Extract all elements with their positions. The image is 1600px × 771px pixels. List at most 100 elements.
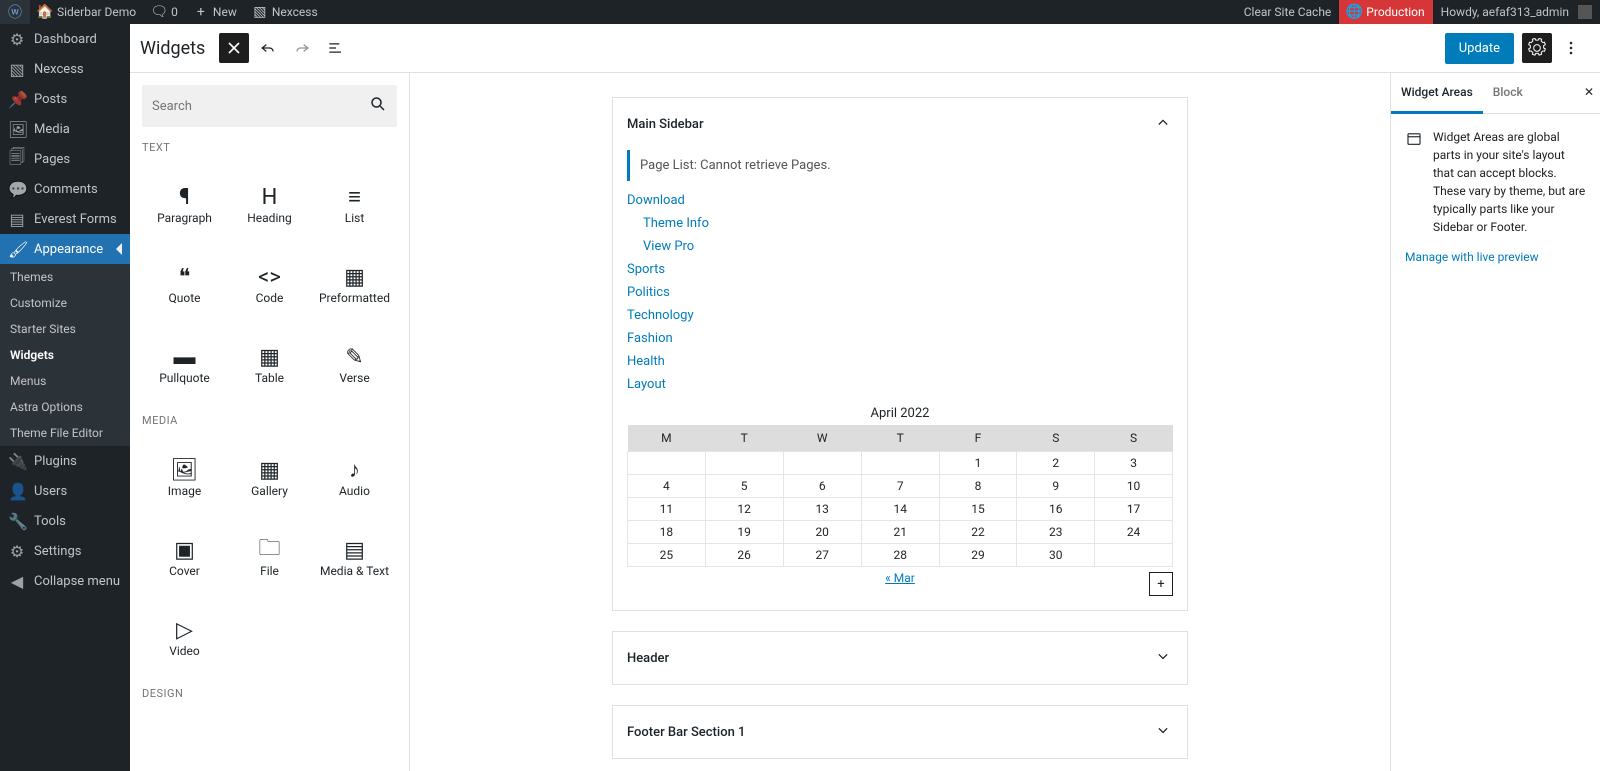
category-media: MEDIA [142,414,397,427]
comments-link[interactable]: 🗨0 [144,0,186,24]
link-download[interactable]: Download [627,189,1173,212]
redo-button[interactable] [287,33,317,63]
panel-header: Header [612,631,1188,685]
search-box[interactable] [142,85,397,127]
block-verse[interactable]: ✎Verse [312,324,397,404]
settings-button[interactable] [1522,33,1552,63]
avatar [1578,5,1592,19]
search-input[interactable] [152,99,369,114]
new-link[interactable]: +New [186,0,245,24]
menu-everest-forms[interactable]: ▤Everest Forms [0,204,130,234]
settings-sidebar: Widget Areas Block ✕ Widget Areas are gl… [1390,73,1600,771]
link-view-pro[interactable]: View Pro [627,235,1173,258]
menu-plugins[interactable]: 🔌Plugins [0,446,130,476]
menu-collapse-menu[interactable]: ◀Collapse menu [0,566,130,596]
comments-count: 0 [171,5,178,19]
menu-users[interactable]: 👤Users [0,476,130,506]
brush-icon: 🖌 [8,240,26,259]
page-title: Widgets [140,38,205,59]
menu-media[interactable]: 🖼Media [0,114,130,144]
panel-header[interactable]: Main Sidebar [613,98,1187,150]
block-paragraph[interactable]: ¶Paragraph [142,164,227,244]
calendar-title: April 2022 [627,402,1173,425]
chat-icon: 🗨 [152,5,166,19]
block-video[interactable]: ▷Video [142,597,227,677]
block-preformatted[interactable]: ▦Preformatted [312,244,397,324]
menu-posts[interactable]: 📌Posts [0,84,130,114]
nexcess-link[interactable]: ▧Nexcess [245,0,326,24]
block-file[interactable]: 🗀File [227,517,312,597]
production-badge[interactable]: 🌐Production [1339,0,1432,24]
close-settings-button[interactable]: ✕ [1578,73,1600,113]
block-audio[interactable]: ♪Audio [312,437,397,517]
menu-pages[interactable]: 🗐Pages [0,144,130,174]
nexcess-icon: ▧ [253,5,267,19]
site-link[interactable]: 🏠 Siderbar Demo [30,0,144,24]
block-table[interactable]: ▦Table [227,324,312,404]
category-text: TEXT [142,141,397,154]
link-technology[interactable]: Technology [627,304,1173,327]
wp-logo[interactable]: ⓦ [0,0,30,24]
tab-widget-areas[interactable]: Widget Areas [1391,73,1483,114]
block-image[interactable]: 🖼Image [142,437,227,517]
submenu-astra-options[interactable]: Astra Options [0,394,130,420]
panel-main-sidebar: Main Sidebar Page List: Cannot retrieve … [612,97,1188,611]
widget-areas-description: Widget Areas are global parts in your si… [1433,128,1586,236]
howdy-link[interactable]: Howdy, aefaf313_admin [1433,0,1600,24]
menu-dashboard[interactable]: ⚙Dashboard [0,24,130,54]
list-view-button[interactable] [321,33,351,63]
menu-nexcess[interactable]: ▧Nexcess [0,54,130,84]
submenu-customize[interactable]: Customize [0,290,130,316]
arrow-icon [116,243,122,255]
site-name: Siderbar Demo [57,5,136,19]
submenu-widgets[interactable]: Widgets [0,342,130,368]
page-list-warning: Page List: Cannot retrieve Pages. [627,150,1173,181]
block-media-text[interactable]: ▤Media & Text [312,517,397,597]
link-health[interactable]: Health [627,350,1173,373]
block-cover[interactable]: ▣Cover [142,517,227,597]
calendar-prev-link[interactable]: « Mar [885,571,915,585]
submenu-starter-sites[interactable]: Starter Sites [0,316,130,342]
link-sports[interactable]: Sports [627,258,1173,281]
widget-canvas: Main Sidebar Page List: Cannot retrieve … [410,73,1390,771]
panel-footer-bar-section-1: Footer Bar Section 1 [612,705,1188,759]
close-inserter-button[interactable] [219,33,249,63]
chevron-down-icon [1153,646,1173,670]
submenu-menus[interactable]: Menus [0,368,130,394]
live-preview-link[interactable]: Manage with live preview [1405,250,1539,264]
options-button[interactable] [1556,33,1586,63]
link-theme-info[interactable]: Theme Info [627,212,1173,235]
admin-menu: ⚙Dashboard▧Nexcess📌Posts🖼Media🗐Pages💬Com… [0,24,130,771]
menu-tools[interactable]: 🔧Tools [0,506,130,536]
tab-block[interactable]: Block [1483,73,1533,113]
link-layout[interactable]: Layout [627,373,1173,396]
block-quote[interactable]: ❝Quote [142,244,227,324]
menu-comments[interactable]: 💬Comments [0,174,130,204]
block-heading[interactable]: HHeading [227,164,312,244]
update-button[interactable]: Update [1445,33,1514,64]
submenu-themes[interactable]: Themes [0,264,130,290]
globe-icon: 🌐 [1347,5,1361,19]
layout-icon [1405,128,1423,236]
block-list[interactable]: ≡List [312,164,397,244]
search-icon [369,95,387,117]
block-code[interactable]: <>Code [227,244,312,324]
menu-settings[interactable]: ⚙Settings [0,536,130,566]
menu-appearance[interactable]: 🖌 Appearance [0,234,130,264]
block-pullquote[interactable]: ▬Pullquote [142,324,227,404]
add-block-button[interactable]: + [1149,572,1173,596]
panel-header[interactable]: Footer Bar Section 1 [613,706,1187,758]
block-inserter: TEXT ¶ParagraphHHeading≡List ❝Quote<>Code… [130,73,410,771]
panel-header[interactable]: Header [613,632,1187,684]
link-politics[interactable]: Politics [627,281,1173,304]
wordpress-icon: ⓦ [8,5,22,19]
clear-cache-link[interactable]: Clear Site Cache [1236,0,1340,24]
home-icon: 🏠 [38,5,52,19]
submenu-theme-file-editor[interactable]: Theme File Editor [0,420,130,446]
undo-button[interactable] [253,33,283,63]
category-design: DESIGN [142,687,397,700]
plus-icon: + [194,5,208,19]
link-fashion[interactable]: Fashion [627,327,1173,350]
chevron-up-icon [1153,112,1173,136]
block-gallery[interactable]: ▦Gallery [227,437,312,517]
